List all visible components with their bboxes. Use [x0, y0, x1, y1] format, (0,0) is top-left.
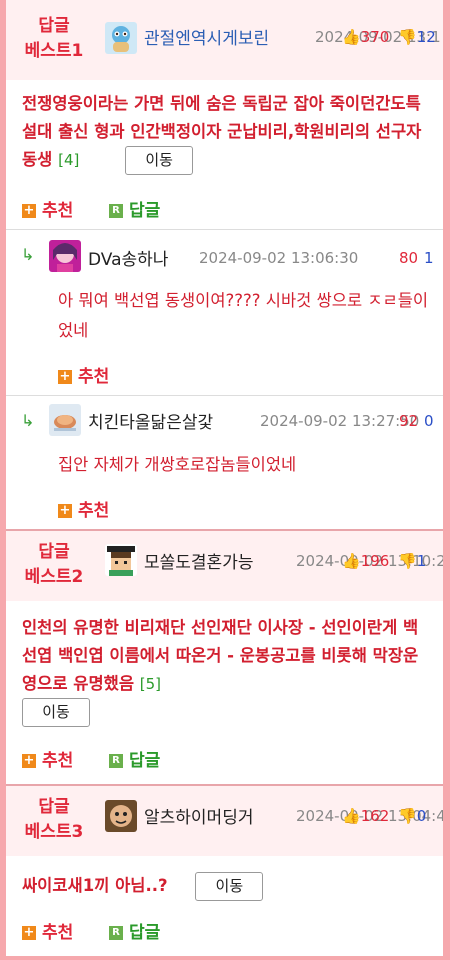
squirtle-avatar-icon	[105, 22, 137, 54]
upvote-count[interactable]: 92	[399, 412, 418, 430]
author-nickname[interactable]: 모쏠도결혼가능	[144, 548, 253, 573]
dva-avatar-icon	[49, 240, 81, 272]
thumbs-down-icon: 👎	[398, 807, 417, 825]
reply-arrow-icon: ↳	[21, 411, 35, 430]
divider	[6, 229, 443, 230]
avatar[interactable]	[105, 544, 137, 576]
reply-button[interactable]: R 답글	[109, 196, 160, 221]
reply-arrow-icon: ↳	[21, 245, 35, 264]
comment-text: 아 뭐여 백선엽 동생이여???? 시바것 쌍으로 ㅈㄹ들이었네	[58, 291, 429, 340]
upvote-count[interactable]: 80	[399, 249, 418, 267]
thumbs-up-icon: 👍	[342, 807, 361, 825]
avatar[interactable]	[49, 404, 81, 436]
reply-r-icon: R	[109, 204, 123, 218]
recommend-button[interactable]: + 추천	[22, 918, 73, 943]
author-nickname[interactable]: 알츠하이머딩거	[144, 803, 253, 828]
downvote-count[interactable]: 👎1	[398, 552, 426, 570]
downvote-count[interactable]: 1	[424, 249, 434, 267]
avatar[interactable]	[105, 22, 137, 54]
chicken-avatar-icon	[49, 404, 81, 436]
thumbs-up-icon: 👍	[342, 28, 361, 46]
post-title[interactable]: 전쟁영웅이라는 가면 뒤에 숨은 독립군 잡아 죽이던간도특설대 출신 형과 인…	[22, 90, 432, 175]
downvote-count[interactable]: 👎0	[398, 807, 426, 825]
reply-button[interactable]: R 답글	[109, 918, 160, 943]
recommend-button[interactable]: + 추천	[22, 746, 73, 771]
plus-icon: +	[22, 203, 36, 218]
plus-icon: +	[58, 503, 72, 518]
recommend-button[interactable]: + 추천	[58, 362, 109, 387]
thumbs-down-icon: 👎	[398, 552, 417, 570]
thumbs-up-icon: 👍	[342, 552, 361, 570]
comment-nickname[interactable]: DVa송하나	[88, 245, 168, 270]
comment-nickname[interactable]: 치킨타올닮은살갗	[88, 408, 213, 433]
plus-icon: +	[22, 925, 36, 940]
reply-r-icon: R	[109, 754, 123, 768]
downvote-count[interactable]: 0	[424, 412, 434, 430]
plus-icon: +	[22, 753, 36, 768]
best-badge: 답글 베스트3	[24, 797, 84, 842]
reply-button[interactable]: R 답글	[109, 746, 160, 771]
reply-r-icon: R	[109, 926, 123, 940]
comment-date: 2024-09-02 13:27:50	[260, 412, 420, 430]
move-button[interactable]: 이동	[22, 698, 90, 727]
divider	[6, 395, 443, 396]
upvote-count[interactable]: 👍196	[342, 552, 389, 570]
recommend-button[interactable]: + 추천	[22, 196, 73, 221]
upvote-count[interactable]: 👍370	[342, 28, 389, 46]
comment-date: 2024-09-02 13:06:30	[199, 249, 359, 267]
move-button[interactable]: 이동	[195, 872, 264, 901]
post-title[interactable]: 싸이코새1끼 아님..? 이동	[22, 872, 432, 901]
avatar[interactable]	[49, 240, 81, 272]
recommend-button[interactable]: + 추천	[58, 496, 109, 521]
post-title[interactable]: 인천의 유명한 비리재단 선인재단 이사장 - 선인이란게 백선엽 백인엽 이름…	[22, 614, 432, 727]
comment-count: [5]	[139, 675, 162, 693]
pixel-graduate-avatar-icon	[105, 544, 137, 576]
downvote-count[interactable]: 👎12	[398, 28, 436, 46]
thumbs-down-icon: 👎	[398, 28, 417, 46]
plus-icon: +	[58, 369, 72, 384]
comment-count: [4]	[58, 151, 80, 169]
best-badge: 답글 베스트1	[24, 16, 84, 61]
move-button[interactable]: 이동	[125, 146, 194, 175]
upvote-count[interactable]: 👍162	[342, 807, 389, 825]
best-badge: 답글 베스트2	[24, 542, 84, 587]
author-nickname[interactable]: 관절엔역시게보린	[144, 24, 269, 49]
comment-text: 집안 자체가 개쌍호로잡놈들이었네	[58, 455, 297, 474]
best-replies-panel: 답글 베스트1 관절엔역시게보린 2024-09-02 13:1 👍370 👎1…	[6, 0, 443, 956]
avatar[interactable]	[105, 800, 137, 832]
cartoon-avatar-icon	[105, 800, 137, 832]
